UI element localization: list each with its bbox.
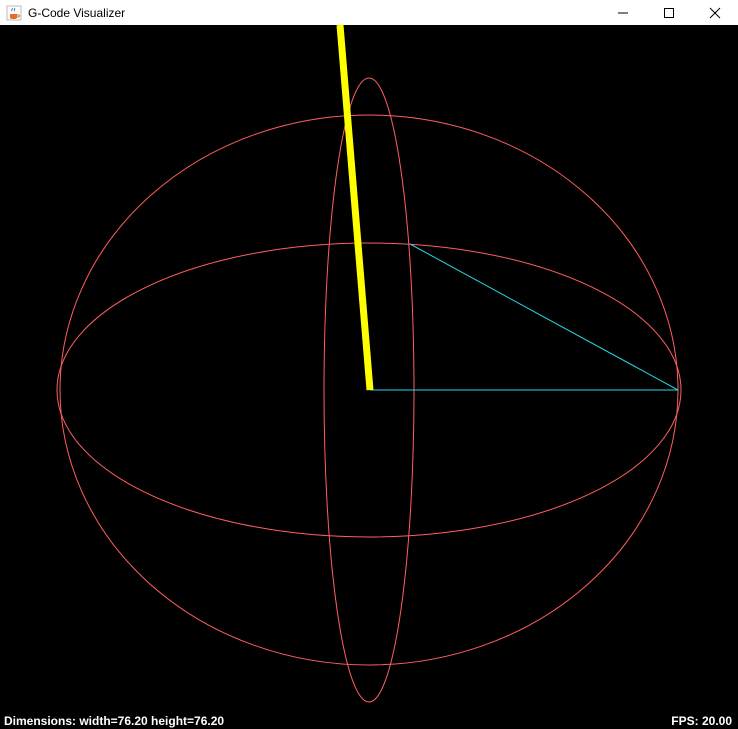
window-controls [600, 0, 738, 25]
tool-axis [336, 24, 374, 391]
minimize-button[interactable] [600, 0, 646, 25]
close-button[interactable] [692, 0, 738, 25]
maximize-button[interactable] [646, 0, 692, 25]
maximize-icon [664, 7, 674, 18]
dimensions-readout: Dimensions: width=76.20 height=76.20 [4, 714, 225, 728]
minimize-icon [618, 12, 628, 13]
fps-readout: FPS: 20.00 [671, 714, 732, 728]
tool-path [370, 243, 679, 391]
3d-scene[interactable] [0, 24, 738, 729]
java-coffee-cup-icon [6, 5, 22, 21]
title-bar[interactable]: G-Code Visualizer [0, 0, 738, 25]
window-title: G-Code Visualizer [28, 5, 126, 20]
visualizer-canvas[interactable]: Dimensions: width=76.20 height=76.20 FPS… [0, 24, 738, 729]
close-icon [709, 7, 721, 18]
gcode-visualizer-window: G-Code Visualizer Dimensions: width=76.2… [0, 0, 738, 729]
